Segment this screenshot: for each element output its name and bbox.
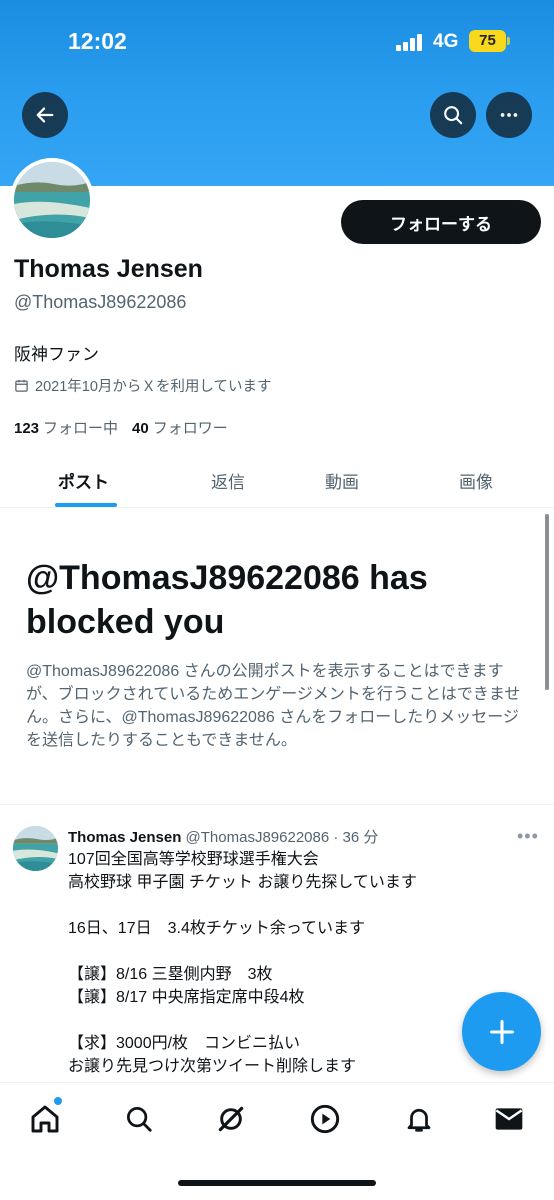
home-indicator: [178, 1180, 376, 1186]
profile-name: Thomas Jensen: [14, 255, 203, 283]
profile-handle: @ThomasJ89622086: [14, 292, 187, 312]
beach-photo: [14, 162, 90, 238]
blocked-title: @ThomasJ89622086 has blocked you: [26, 559, 428, 641]
divider: [0, 804, 554, 805]
tab-posts[interactable]: ポスト: [58, 468, 109, 493]
tab-videos[interactable]: 動画: [325, 468, 359, 493]
calendar-icon: [15, 379, 28, 392]
following-label: フォロー中: [43, 420, 119, 437]
notifications-icon: [407, 1108, 431, 1132]
profile-avatar[interactable]: [10, 158, 94, 242]
search-button[interactable]: [430, 92, 476, 138]
follow-counts: 123 フォロー中 40 フォロワー: [14, 417, 228, 438]
home-badge: [54, 1097, 62, 1105]
tweet-author-name[interactable]: Thomas Jensen: [68, 829, 181, 846]
video-icon: [310, 1104, 340, 1134]
search-icon: [127, 1107, 152, 1132]
tweet-avatar[interactable]: [13, 826, 58, 871]
following-link[interactable]: 123 フォロー中: [14, 417, 118, 438]
arrow-left-icon: [36, 107, 54, 123]
plus-icon: [489, 1019, 514, 1044]
nav-grok[interactable]: [213, 1101, 249, 1137]
tweet-more-icon[interactable]: •••: [517, 826, 539, 847]
scrollbar[interactable]: [545, 514, 549, 690]
more-button[interactable]: [486, 92, 532, 138]
tweet-author-handle[interactable]: @ThomasJ89622086: [186, 829, 330, 846]
nav-search[interactable]: [121, 1101, 157, 1137]
nav-notifications[interactable]: [401, 1101, 437, 1137]
compose-button[interactable]: [462, 992, 541, 1071]
tab-replies[interactable]: 返信: [211, 468, 245, 493]
signal-icon: [396, 33, 426, 51]
battery-tip: [507, 37, 510, 45]
tweet-time: · 36 分: [333, 829, 379, 846]
beach-photo: [13, 826, 58, 871]
followers-label: フォロワー: [152, 420, 228, 437]
nav-home[interactable]: [27, 1101, 63, 1137]
joined-text: 2021年10月からＸを利用しています: [35, 379, 272, 395]
grok-icon: [218, 1106, 244, 1132]
active-tab-indicator: [55, 503, 117, 507]
nav-video[interactable]: [307, 1101, 343, 1137]
messages-icon: [495, 1108, 523, 1130]
follow-button[interactable]: フォローする: [341, 200, 541, 244]
search-icon: [444, 106, 463, 125]
back-button[interactable]: [22, 92, 68, 138]
followers-count: 40: [132, 420, 149, 437]
status-time: 12:02: [68, 28, 127, 54]
more-horizontal-icon: [500, 113, 518, 117]
tab-images[interactable]: 画像: [459, 468, 493, 493]
joined-date: 2021年10月からＸを利用しています: [14, 375, 271, 396]
following-count: 123: [14, 420, 40, 437]
nav-messages[interactable]: [491, 1101, 527, 1137]
followers-link[interactable]: 40 フォロワー: [132, 417, 228, 438]
home-icon: [31, 1105, 59, 1133]
blocked-description: @ThomasJ89622086 さんの公開ポストを表示することはできますが、ブ…: [26, 663, 521, 749]
network-type: 4G: [433, 31, 459, 52]
tweet-header: Thomas Jensen @ThomasJ89622086 · 36 分: [68, 826, 378, 847]
profile-tabs: ポスト 返信 動画 画像: [0, 450, 554, 508]
battery-icon: 75: [469, 30, 506, 52]
profile-bio: 阪神ファン: [14, 345, 99, 364]
